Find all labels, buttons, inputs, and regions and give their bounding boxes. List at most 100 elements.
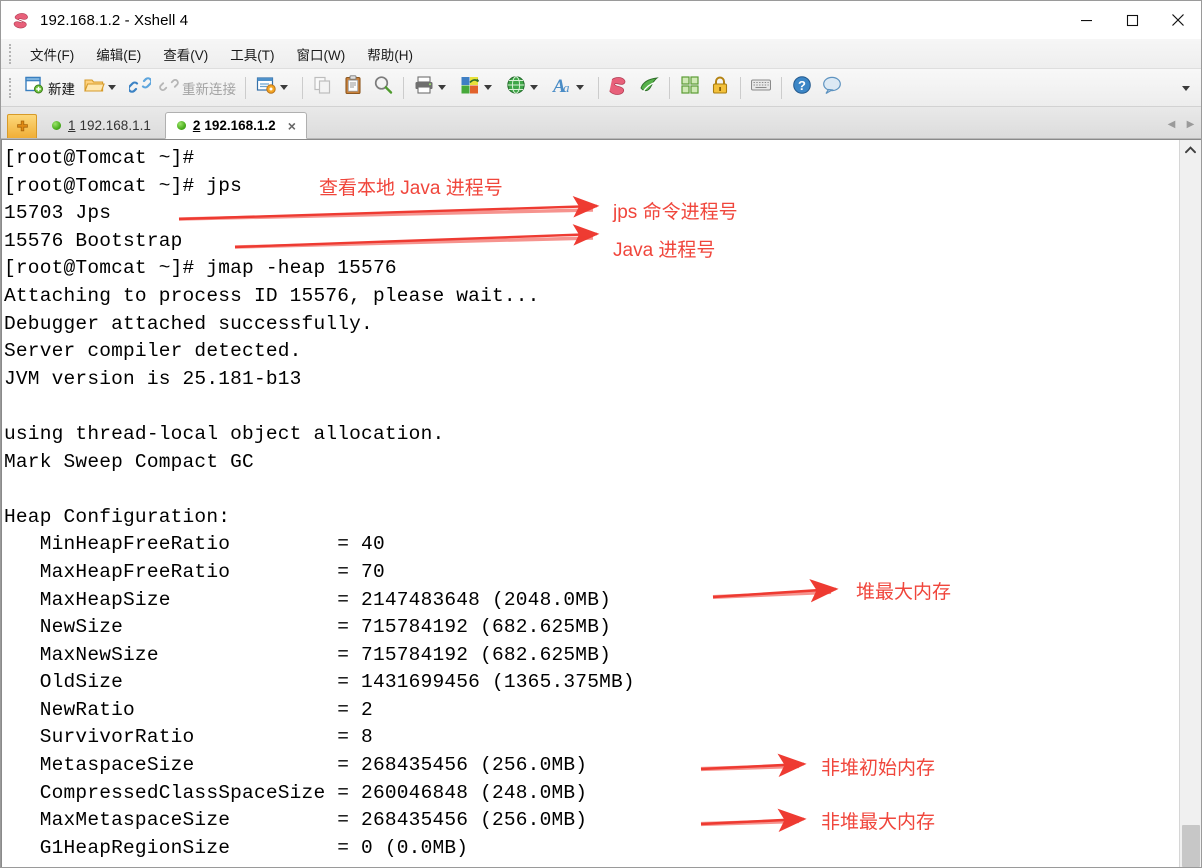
new-window-icon	[23, 74, 45, 101]
padlock-icon	[709, 74, 731, 101]
terminal-line: MaxHeapSize = 2147483648 (2048.0MB)	[4, 588, 611, 611]
terminal-line: MaxHeapFreeRatio = 70	[4, 560, 385, 583]
copy-button[interactable]	[308, 73, 338, 103]
terminal-line: MinHeapFreeRatio = 40	[4, 533, 385, 556]
scrollbar-thumb[interactable]	[1181, 825, 1200, 867]
magnifier-search-icon	[372, 74, 394, 101]
toolbar-separator	[781, 76, 782, 99]
paste-button[interactable]	[338, 73, 368, 103]
xftp-button[interactable]	[634, 73, 664, 103]
menu-help[interactable]: 帮助(H)	[356, 40, 424, 68]
connection-status-dot-icon	[176, 121, 186, 130]
terminal-line: 15703 Jps	[4, 202, 112, 225]
terminal-line: MetaspaceSize = 268435456 (256.0MB)	[4, 754, 588, 777]
toolbar-separator	[403, 76, 404, 99]
tab-scroll-left-button[interactable]: ◀	[1163, 113, 1180, 135]
window-title: 192.168.1.2 - Xshell 4	[40, 11, 189, 29]
browser-button[interactable]	[501, 73, 547, 103]
terminal-line: 15576 Bootstrap	[4, 229, 183, 252]
new-session-button[interactable]: 新建	[19, 73, 79, 103]
close-button[interactable]	[1155, 1, 1201, 39]
connect-button[interactable]	[125, 73, 155, 103]
open-session-button[interactable]	[79, 73, 125, 103]
terminal-line: SurvivorRatio = 8	[4, 726, 373, 749]
menu-view[interactable]: 查看(V)	[152, 40, 219, 68]
terminal-line: [root@Tomcat ~]# jmap -heap 15576	[4, 257, 397, 280]
tab-bar: 1 192.168.1.1 2 192.168.1.2 × ◀ ▶	[1, 107, 1201, 139]
tab-index: 1	[68, 117, 76, 133]
font-button[interactable]: A a	[547, 73, 593, 103]
toolbar-separator	[669, 76, 670, 99]
menu-edit[interactable]: 编辑(E)	[85, 40, 152, 68]
print-button[interactable]	[409, 73, 455, 103]
tab-scroll-right-button[interactable]: ▶	[1182, 113, 1199, 135]
help-button[interactable]: ?	[787, 73, 817, 103]
xshell-button[interactable]	[604, 73, 634, 103]
menubar-grip[interactable]	[9, 43, 12, 64]
terminal-line: Server compiler detected.	[4, 340, 302, 363]
keyboard-button[interactable]	[746, 73, 776, 103]
chat-button[interactable]	[817, 73, 847, 103]
terminal-line: using thread-local object allocation.	[4, 422, 445, 445]
keyboard-icon	[750, 74, 772, 101]
terminal-line: [root@Tomcat ~]# jps	[4, 174, 243, 197]
xftp-green-icon	[638, 74, 660, 101]
help-question-icon: ?	[791, 74, 813, 101]
terminal-line: Debugger attached successfully.	[4, 312, 373, 335]
maximize-button[interactable]	[1109, 1, 1155, 39]
connection-status-dot-icon	[52, 120, 61, 130]
tab-index: 2	[192, 118, 201, 133]
session-properties-button[interactable]	[251, 73, 297, 103]
terminal-output[interactable]: [root@Tomcat ~]# [root@Tomcat ~]# jps 1570…	[2, 140, 1179, 867]
reconnect-button[interactable]: 重新连接	[155, 73, 240, 103]
xshell-logo-icon	[608, 74, 630, 101]
lock-button[interactable]	[705, 73, 735, 103]
chevron-down-icon[interactable]	[108, 85, 116, 90]
scroll-up-arrow-icon[interactable]	[1180, 140, 1202, 160]
terminal-line: NewSize = 715784192 (682.625MB)	[4, 616, 611, 639]
xshell-logo-icon	[13, 11, 31, 29]
xshell-window: 192.168.1.2 - Xshell 4 文件(F) 编辑(E) 查看(V)…	[0, 0, 1202, 868]
globe-icon	[505, 74, 527, 101]
chat-bubble-icon	[821, 74, 843, 101]
svg-text:?: ?	[798, 78, 806, 93]
terminal-line: G1HeapRegionSize = 0 (0.0MB)	[4, 836, 469, 859]
reconnect-label: 重新连接	[182, 81, 236, 97]
link-broken-icon	[159, 75, 179, 100]
chevron-down-icon[interactable]	[438, 85, 446, 90]
terminal-line: MaxMetaspaceSize = 268435456 (256.0MB)	[4, 809, 588, 832]
chevron-down-icon[interactable]	[576, 85, 584, 90]
svg-text:a: a	[563, 80, 570, 95]
chevron-down-icon[interactable]	[280, 85, 288, 90]
toolbar-grip[interactable]	[9, 77, 12, 98]
toolbar-separator	[598, 76, 599, 99]
terminal-line: [root@Tomcat ~]#	[4, 147, 195, 169]
tab-session-1[interactable]: 1 192.168.1.1	[41, 112, 161, 138]
layout-button[interactable]	[675, 73, 705, 103]
copy-icon	[312, 74, 334, 101]
find-button[interactable]	[368, 73, 398, 103]
terminal-line: NewRatio = 2	[4, 698, 373, 721]
terminal-line: Heap Configuration:	[4, 505, 231, 528]
close-tab-icon[interactable]: ×	[288, 119, 296, 133]
add-tab-button[interactable]	[7, 114, 37, 138]
terminal-vertical-scrollbar[interactable]	[1179, 140, 1201, 867]
transfer-button[interactable]	[455, 73, 501, 103]
minimize-button[interactable]	[1063, 1, 1109, 39]
chevron-down-icon[interactable]	[530, 85, 538, 90]
menu-bar: 文件(F) 编辑(E) 查看(V) 工具(T) 窗口(W) 帮助(H)	[1, 39, 1201, 69]
toolbar-separator	[245, 76, 246, 99]
toolbar-separator	[302, 76, 303, 99]
menu-file[interactable]: 文件(F)	[19, 40, 85, 68]
title-bar: 192.168.1.2 - Xshell 4	[1, 1, 1201, 39]
terminal-line: JVM version is 25.181-b13	[4, 367, 302, 390]
menu-tools[interactable]: 工具(T)	[219, 40, 285, 68]
tab-session-2[interactable]: 2 192.168.1.2 ×	[164, 112, 307, 139]
menu-window[interactable]: 窗口(W)	[286, 40, 357, 68]
toolbar-overflow-button[interactable]	[1175, 69, 1197, 107]
new-session-label: 新建	[48, 81, 75, 97]
chevron-down-icon[interactable]	[484, 85, 492, 90]
terminal-line: CompressedClassSpaceSize = 260046848 (24…	[4, 781, 588, 804]
scrollbar-track[interactable]	[1180, 160, 1202, 867]
